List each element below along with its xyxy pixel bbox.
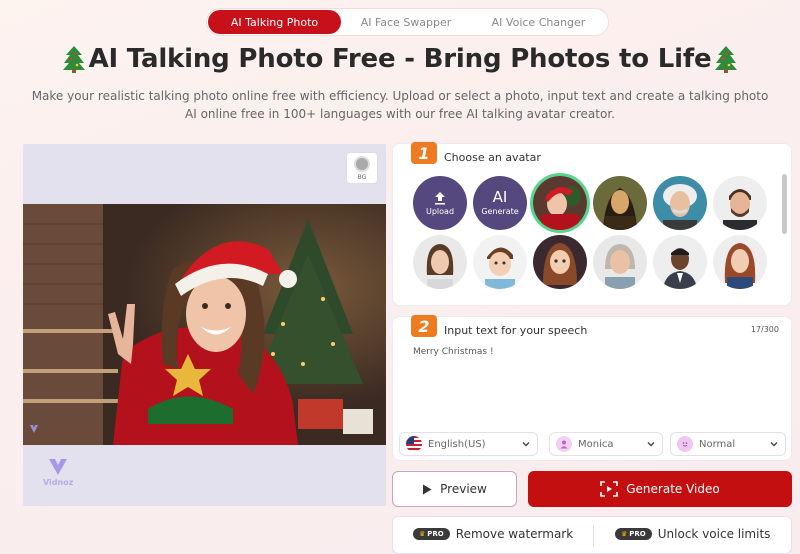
unlock-voice-limits-option[interactable]: ♛ PRO Unlock voice limits <box>615 527 770 541</box>
pro-divider <box>593 525 594 547</box>
character-counter: 17/300 <box>750 325 779 334</box>
avatar-list-scrollbar[interactable] <box>782 174 787 234</box>
speech-text-input[interactable]: Merry Christmas ! <box>413 347 773 427</box>
chevron-down-icon <box>647 442 655 447</box>
crown-icon: ♛ <box>419 530 426 538</box>
page-title: AI Talking Photo Free - Bring Photos to … <box>88 44 712 74</box>
christmas-tree-icon <box>715 45 738 73</box>
language-value: English(US) <box>428 438 486 450</box>
avatar-photo <box>23 204 386 445</box>
upload-icon <box>435 191 445 204</box>
choose-avatar-panel: 1 Choose an avatar Upload AI Generate <box>392 142 792 306</box>
speech-text-panel: 2 Input text for your speech 17/300 Merr… <box>392 315 792 461</box>
vidnoz-logo-icon <box>49 459 68 475</box>
generate-label: Generate <box>481 207 519 216</box>
generate-avatar-button[interactable]: AI Generate <box>473 176 527 230</box>
unlock-voice-limits-label: Unlock voice limits <box>657 527 771 541</box>
tab-ai-voice-changer[interactable]: AI Voice Changer <box>471 10 606 34</box>
pro-badge: ♛ PRO <box>615 528 652 540</box>
avatar-christmas-girl[interactable] <box>533 176 587 230</box>
ai-generate-icon: AI <box>492 188 508 206</box>
vidnoz-watermark-small <box>29 424 39 434</box>
subtitle-line-2: AI online free in 100+ languages with ou… <box>185 107 615 121</box>
background-button-label: BG <box>357 173 367 181</box>
page-title-row: AI Talking Photo Free - Bring Photos to … <box>0 44 800 74</box>
avatar-cartoon-girl[interactable] <box>533 235 587 289</box>
style-value: Normal <box>699 438 736 450</box>
voice-value: Monica <box>578 438 614 450</box>
choose-avatar-label: Choose an avatar <box>444 151 541 164</box>
avatar-woman-red-hair[interactable] <box>713 235 767 289</box>
tool-tabs: AI Talking Photo AI Face Swapper AI Voic… <box>206 8 609 36</box>
play-icon <box>423 484 432 494</box>
pro-badge: ♛ PRO <box>413 528 450 540</box>
smile-icon <box>677 436 693 452</box>
chevron-down-icon <box>770 442 778 447</box>
avatar-mona-lisa[interactable] <box>593 176 647 230</box>
chevron-down-icon <box>522 442 530 447</box>
avatar-cartoon-boy[interactable] <box>473 235 527 289</box>
female-voice-icon <box>556 436 572 452</box>
video-frame-icon <box>600 481 619 497</box>
style-select[interactable]: Normal <box>670 432 786 456</box>
background-icon <box>354 155 370 172</box>
tab-ai-face-swapper[interactable]: AI Face Swapper <box>341 10 471 34</box>
crown-icon: ♛ <box>621 530 628 538</box>
avatar-preview: BG Vidnoz <box>23 144 386 506</box>
avatar-older-woman[interactable] <box>593 235 647 289</box>
avatar-woman-1[interactable] <box>413 235 467 289</box>
step-2-badge: 2 <box>411 315 437 337</box>
pro-upgrade-bar: ♛ PRO Remove watermark ♛ PRO Unlock voice … <box>392 516 792 554</box>
background-button[interactable]: BG <box>346 152 378 184</box>
remove-watermark-label: Remove watermark <box>455 527 574 541</box>
vidnoz-watermark: Vidnoz <box>43 456 73 487</box>
remove-watermark-option[interactable]: ♛ PRO Remove watermark <box>413 527 573 541</box>
upload-avatar-button[interactable]: Upload <box>413 176 467 230</box>
preview-button[interactable]: Preview <box>392 471 517 507</box>
avatar-man-suit[interactable] <box>653 235 707 289</box>
step-1-badge: 1 <box>411 142 437 164</box>
us-flag-icon <box>406 436 422 452</box>
generate-video-label: Generate Video <box>626 482 720 496</box>
upload-label: Upload <box>425 206 455 216</box>
tab-ai-talking-photo[interactable]: AI Talking Photo <box>208 10 341 34</box>
language-select[interactable]: English(US) <box>399 432 538 456</box>
voice-select[interactable]: Monica <box>549 432 663 456</box>
avatar-man-beard[interactable] <box>713 176 767 230</box>
preview-label: Preview <box>440 482 487 496</box>
vidnoz-logo-icon <box>30 425 38 433</box>
page-subtitle: Make your realistic talking photo online… <box>30 87 770 123</box>
speech-text-label: Input text for your speech <box>444 324 588 337</box>
generate-video-button[interactable]: Generate Video <box>528 471 792 507</box>
subtitle-line-1: Make your realistic talking photo online… <box>31 89 769 103</box>
christmas-tree-icon <box>62 45 85 73</box>
avatar-einstein[interactable] <box>653 176 707 230</box>
